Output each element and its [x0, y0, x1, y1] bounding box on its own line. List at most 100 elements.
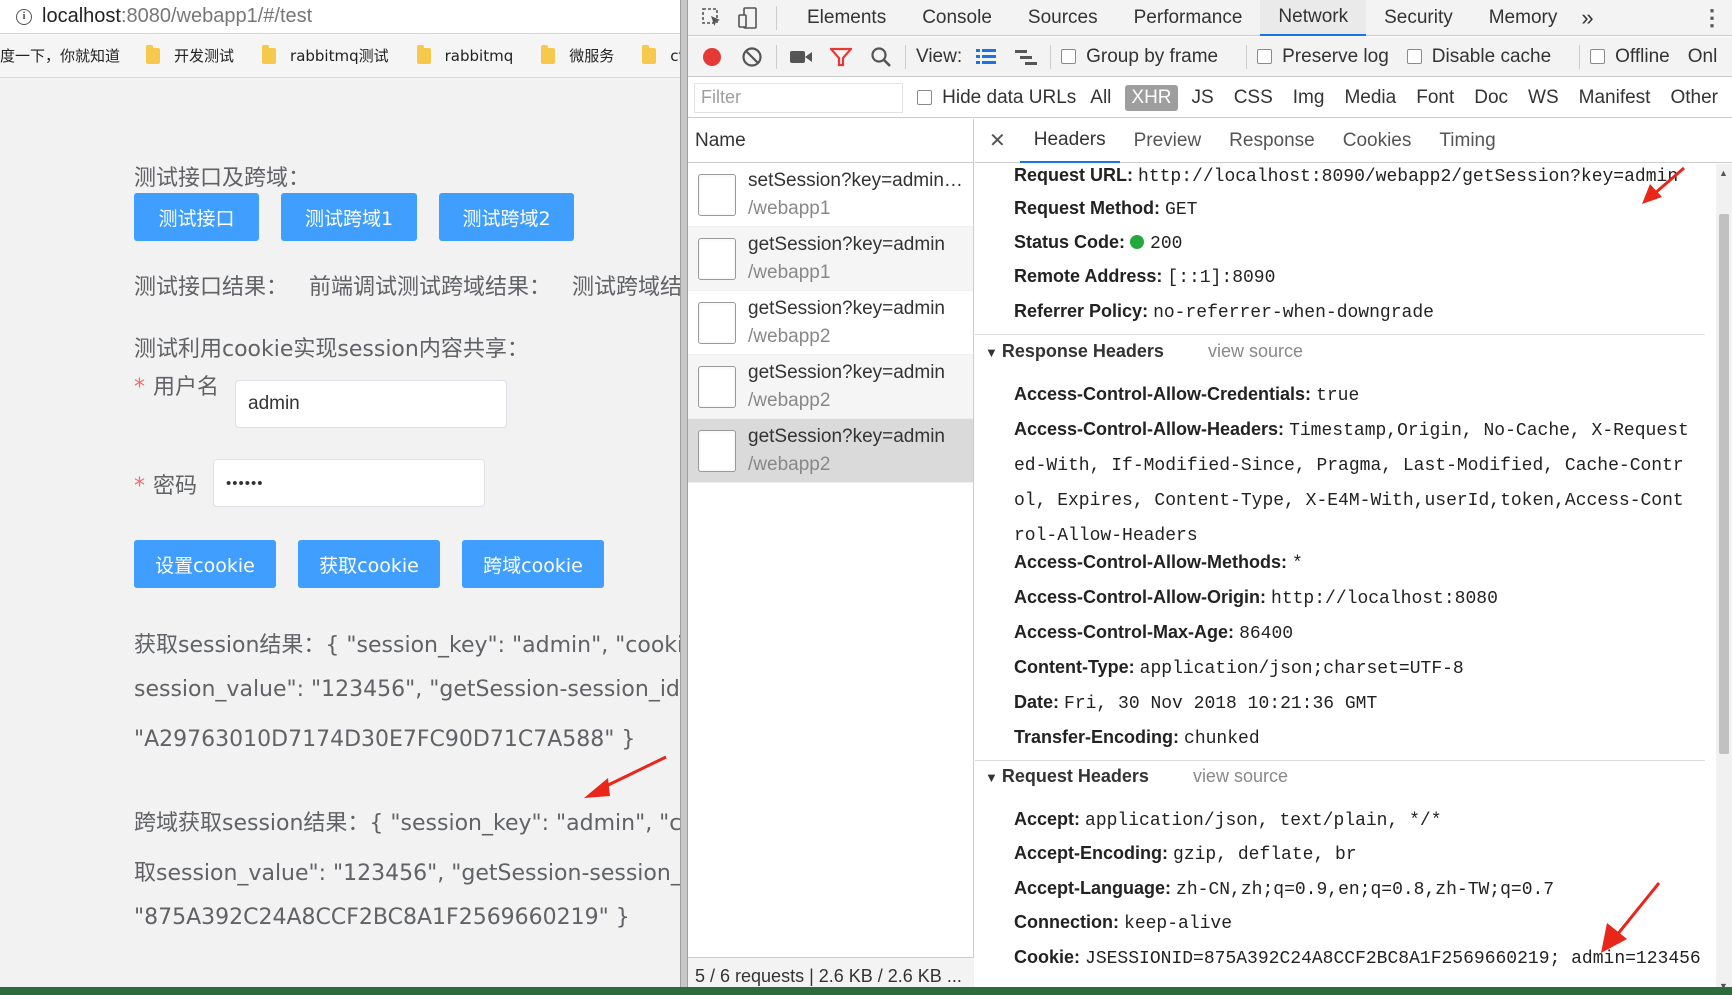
get-cookie-button[interactable]: 获取cookie [298, 540, 440, 588]
site-info-icon[interactable]: i [16, 8, 32, 25]
inspect-element-icon[interactable] [698, 4, 726, 32]
header-key: Access-Control-Allow-Origin: [1014, 587, 1267, 607]
tab-timing[interactable]: Timing [1425, 119, 1509, 163]
details-scrollbar[interactable]: ▲ ▼ [1716, 164, 1732, 995]
bookmark-folder-microservice[interactable]: 微服务 [541, 44, 614, 66]
name-column-header[interactable]: Name [688, 119, 973, 163]
filter-type-xhr[interactable]: XHR [1125, 84, 1178, 111]
panel-splitter[interactable] [680, 0, 688, 995]
test-api-button[interactable]: 测试接口 [134, 193, 259, 241]
header-date: Date: Fri, 30 Nov 2018 10:21:36 GMT [1014, 686, 1377, 721]
scroll-thumb[interactable] [1719, 214, 1729, 754]
required-star: * [134, 375, 145, 400]
offline-checkbox[interactable]: Offline [1590, 46, 1670, 68]
filter-type-media[interactable]: Media [1338, 85, 1402, 111]
username-input[interactable]: admin [235, 380, 507, 428]
devtools-panel: Elements Console Sources Performance Net… [688, 0, 1732, 995]
url-text[interactable]: localhost:8080/webapp1/#/test [42, 5, 312, 28]
test-page-content: 测试接口及跨域： 测试接口 测试跨域1 测试跨域2 测试接口结果： 前端调试测试… [0, 78, 680, 995]
request-name: getSession?key=admin [748, 425, 945, 447]
expand-triangle-icon: ▼ [985, 345, 998, 360]
request-row[interactable]: getSession?key=admin/webapp2 [688, 355, 973, 419]
header-value: Fri, 30 Nov 2018 10:21:36 GMT [1064, 694, 1378, 714]
scroll-up-arrow-icon[interactable]: ▲ [1719, 168, 1728, 178]
capture-screenshots-icon[interactable] [787, 43, 815, 71]
large-rows-icon[interactable] [972, 43, 1000, 71]
more-tabs-button[interactable]: » [1575, 0, 1599, 36]
filter-type-img[interactable]: Img [1287, 85, 1331, 111]
request-headers-toggle[interactable]: ▼ Request Headers view source [985, 766, 1288, 787]
filter-type-other[interactable]: Other [1664, 85, 1724, 111]
header-value: chunked [1184, 729, 1260, 749]
bookmark-label: rabbitmq [444, 46, 514, 65]
search-icon[interactable] [867, 43, 895, 71]
session-result-line2: session_value": "123456", "getSession-se… [134, 677, 680, 702]
throttling-select[interactable]: Onl [1688, 46, 1718, 68]
request-row[interactable]: setSession?key=admin&... /webapp1 [688, 163, 973, 227]
tab-elements[interactable]: Elements [789, 0, 904, 36]
hide-data-urls-checkbox[interactable]: Hide data URLs [917, 87, 1076, 109]
filter-type-font[interactable]: Font [1410, 85, 1460, 111]
tab-headers[interactable]: Headers [1019, 119, 1120, 163]
toolbar-separator [1246, 44, 1248, 69]
header-accept-encoding: Accept-Encoding: gzip, deflate, br [1014, 837, 1357, 872]
filter-bar: Filter Hide data URLs All XHR JS CSS Img… [688, 78, 1732, 118]
view-source-link[interactable]: view source [1208, 341, 1303, 361]
cookie-session-label: 测试利用cookie实现session内容共享： [134, 337, 529, 362]
header-key: Access-Control-Allow-Credentials: [1014, 384, 1312, 404]
record-icon[interactable] [698, 43, 726, 71]
device-toolbar-icon[interactable] [734, 4, 762, 32]
password-input[interactable]: •••••• [213, 459, 485, 507]
filter-type-all[interactable]: All [1084, 85, 1117, 111]
set-cookie-button[interactable]: 设置cookie [134, 540, 276, 588]
tab-response[interactable]: Response [1215, 119, 1329, 163]
bookmark-folder-ct[interactable]: ct [642, 44, 680, 65]
tab-performance[interactable]: Performance [1116, 0, 1261, 36]
bookmark-folder-rabbitmq[interactable]: rabbitmq [416, 44, 514, 65]
tab-console[interactable]: Console [904, 0, 1010, 36]
header-accept-language: Accept-Language: zh-CN,zh;q=0.9,en;q=0.8… [1014, 872, 1554, 907]
preserve-log-checkbox[interactable]: Preserve log [1257, 46, 1389, 68]
request-row[interactable]: getSession?key=admin/webapp1 [688, 227, 973, 291]
disable-cache-checkbox[interactable]: Disable cache [1406, 46, 1551, 68]
view-source-link[interactable]: view source [1193, 766, 1288, 786]
checkbox-box [1257, 49, 1273, 64]
request-row[interactable]: getSession?key=admin/webapp2 [688, 291, 973, 355]
header-value: zh-CN,zh;q=0.9,en;q=0.8,zh-TW;q=0.7 [1176, 880, 1555, 900]
request-details: ✕ Headers Preview Response Cookies Timin… [975, 119, 1732, 995]
document-icon [698, 301, 736, 344]
waterfall-icon[interactable] [1012, 43, 1040, 71]
tab-cookies[interactable]: Cookies [1329, 119, 1426, 163]
header-transfer-encoding: Transfer-Encoding: chunked [1014, 721, 1260, 756]
test-cors2-button[interactable]: 测试跨域2 [439, 193, 574, 241]
header-value: * [1292, 554, 1303, 574]
group-by-frame-checkbox[interactable]: Group by frame [1061, 46, 1218, 68]
filter-type-ws[interactable]: WS [1522, 85, 1565, 111]
filter-type-doc[interactable]: Doc [1468, 85, 1514, 111]
response-headers-toggle[interactable]: ▼ Response Headers view source [985, 341, 1303, 362]
filter-type-manifest[interactable]: Manifest [1573, 85, 1657, 111]
filter-type-css[interactable]: CSS [1228, 85, 1279, 111]
test-cors1-button[interactable]: 测试跨域1 [281, 193, 417, 241]
header-value: http://localhost:8080 [1271, 589, 1498, 609]
bookmark-folder-dev-test[interactable]: 开发测试 [146, 44, 234, 66]
toolbar-separator [905, 44, 906, 69]
tab-memory[interactable]: Memory [1471, 0, 1576, 36]
close-details-icon[interactable]: ✕ [975, 128, 1020, 153]
kebab-menu-icon[interactable]: ⋮ [1698, 4, 1726, 32]
filter-input[interactable]: Filter [694, 82, 904, 113]
tab-preview[interactable]: Preview [1120, 119, 1216, 163]
cors-cookie-button[interactable]: 跨域cookie [462, 540, 604, 588]
header-value: Timestamp,Origin, No-Cache, X-Requested-… [1014, 421, 1689, 546]
filter-type-js[interactable]: JS [1186, 85, 1220, 111]
tab-network[interactable]: Network [1260, 0, 1367, 36]
address-bar[interactable]: i localhost:8080/webapp1/#/test [0, 0, 680, 34]
username-label: * 用户名 [134, 369, 219, 401]
clear-icon[interactable] [738, 43, 766, 71]
tab-sources[interactable]: Sources [1010, 0, 1116, 36]
bookmark-folder-rabbitmq-test[interactable]: rabbitmq测试 [262, 44, 389, 66]
bookmark-baidu[interactable]: 度一下，你就知道 [0, 45, 120, 66]
request-row-selected[interactable]: getSession?key=admin/webapp2 [688, 419, 973, 483]
filter-icon[interactable] [827, 43, 855, 71]
tab-security[interactable]: Security [1366, 0, 1471, 36]
